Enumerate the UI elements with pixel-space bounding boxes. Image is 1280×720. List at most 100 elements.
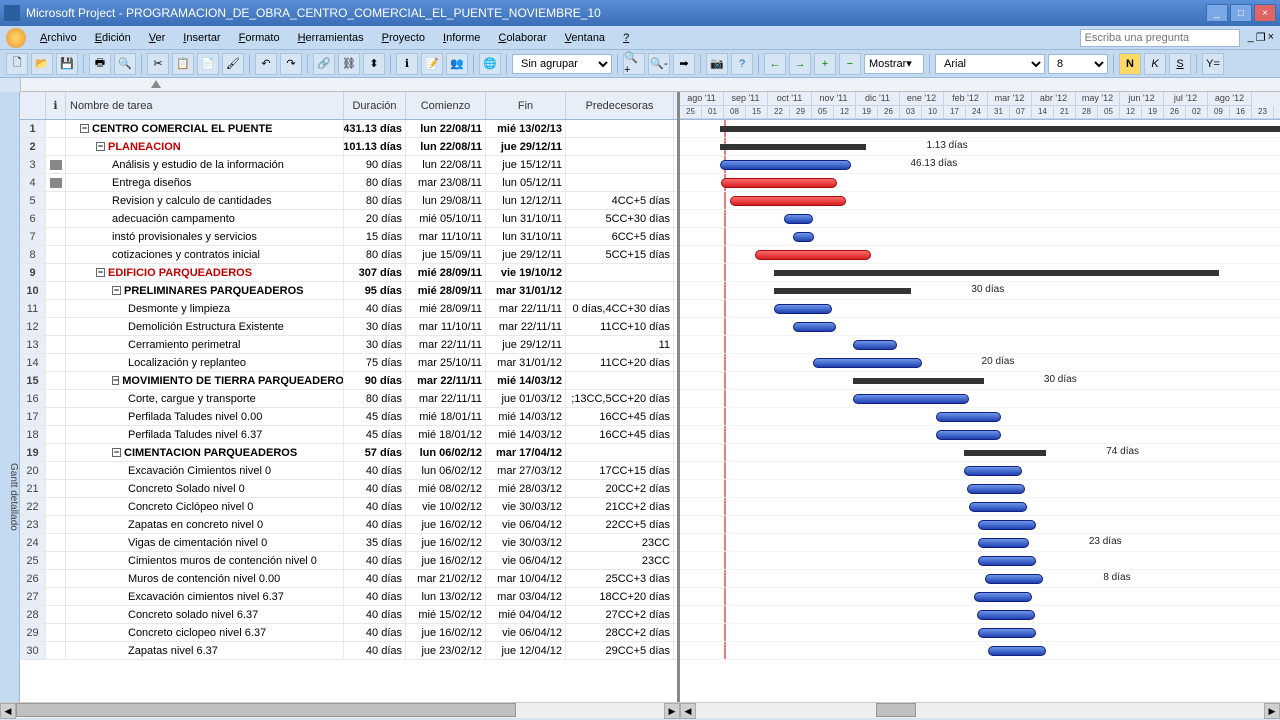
undo-button[interactable]: ↶ (255, 53, 277, 75)
gantt-bar[interactable] (813, 358, 922, 368)
gantt-scroll-left-button[interactable]: ◀ (680, 703, 696, 719)
table-row[interactable]: 6adecuación campamento20 díasmié 05/10/1… (20, 210, 677, 228)
duration-cell[interactable]: 90 días (344, 156, 406, 173)
task-name-cell[interactable]: Excavación cimientos nivel 6.37 (66, 588, 344, 605)
predecessors-cell[interactable]: 16CC+45 días (566, 408, 674, 425)
menu-herramientas[interactable]: Herramientas (290, 29, 372, 47)
task-name-cell[interactable]: instó provisionales y servicios (66, 228, 344, 245)
menu-archivo[interactable]: Archivo (32, 29, 85, 47)
table-row[interactable]: 29Concreto ciclopeo nivel 6.3740 díasjue… (20, 624, 677, 642)
ask-question-input[interactable] (1080, 29, 1240, 47)
gantt-bar[interactable] (853, 394, 969, 404)
finish-cell[interactable]: mié 14/03/12 (486, 426, 566, 443)
doc-minimize-button[interactable]: _ (1248, 31, 1254, 44)
view-bar[interactable]: Gantt detallado (0, 92, 20, 702)
show-outline-select[interactable]: Mostrar▾ (864, 54, 924, 74)
table-row[interactable]: 17Perfilada Taludes nivel 0.0045 díasmié… (20, 408, 677, 426)
collapse-icon[interactable]: − (112, 286, 121, 295)
info-cell[interactable] (46, 516, 66, 533)
row-number[interactable]: 12 (20, 318, 46, 335)
info-cell[interactable] (46, 408, 66, 425)
table-row[interactable]: 2−PLANEACION101.13 díaslun 22/08/11jue 2… (20, 138, 677, 156)
predecessors-cell[interactable]: 6CC+5 días (566, 228, 674, 245)
start-cell[interactable]: mar 23/08/11 (406, 174, 486, 191)
info-cell[interactable] (46, 210, 66, 227)
info-cell[interactable] (46, 570, 66, 587)
predecessors-cell[interactable] (566, 282, 674, 299)
predecessors-cell[interactable]: 28CC+2 días (566, 624, 674, 641)
predecessors-cell[interactable]: 17CC+15 días (566, 462, 674, 479)
menu-insertar[interactable]: Insertar (175, 29, 228, 47)
duration-cell[interactable]: 15 días (344, 228, 406, 245)
task-name-cell[interactable]: Cimientos muros de contención nivel 0 (66, 552, 344, 569)
task-name-cell[interactable]: Excavación Cimientos nivel 0 (66, 462, 344, 479)
predecessors-cell[interactable]: 5CC+30 días (566, 210, 674, 227)
indent-button[interactable]: → (789, 53, 811, 75)
duration-cell[interactable]: 30 días (344, 318, 406, 335)
predecessors-cell[interactable] (566, 444, 674, 461)
finish-cell[interactable]: jue 29/12/11 (486, 336, 566, 353)
start-cell[interactable]: jue 23/02/12 (406, 642, 486, 659)
gantt-bar[interactable] (936, 412, 1001, 422)
row-number[interactable]: 13 (20, 336, 46, 353)
task-name-cell[interactable]: Muros de contención nivel 0.00 (66, 570, 344, 587)
outdent-button[interactable]: ← (764, 53, 786, 75)
start-cell[interactable]: mar 22/11/11 (406, 372, 486, 389)
info-cell[interactable] (46, 246, 66, 263)
task-name-cell[interactable]: Revision y calculo de cantidades (66, 192, 344, 209)
task-name-cell[interactable]: Análisis y estudio de la información (66, 156, 344, 173)
info-cell[interactable] (46, 156, 66, 173)
unlink-button[interactable]: ⛓ (338, 53, 360, 75)
finish-cell[interactable]: lun 31/10/11 (486, 210, 566, 227)
predecessors-cell[interactable]: ;13CC,5CC+20 días (566, 390, 674, 407)
zoom-out-button[interactable]: 🔍- (648, 53, 670, 75)
gantt-bar[interactable] (978, 520, 1036, 530)
gantt-bar[interactable] (720, 126, 1280, 132)
row-number[interactable]: 9 (20, 264, 46, 281)
info-cell[interactable] (46, 498, 66, 515)
gantt-bar[interactable] (985, 574, 1043, 584)
split-task-button[interactable]: ⬍ (363, 53, 385, 75)
finish-cell[interactable]: lun 05/12/11 (486, 174, 566, 191)
start-cell[interactable]: jue 16/02/12 (406, 624, 486, 641)
task-name-cell[interactable]: −CIMENTACION PARQUEADEROS (66, 444, 344, 461)
gantt-bar[interactable] (978, 556, 1036, 566)
duration-cell[interactable]: 40 días (344, 462, 406, 479)
header-finish[interactable]: Fin (486, 92, 566, 119)
task-info-button[interactable]: ℹ (396, 53, 418, 75)
collapse-icon[interactable]: − (112, 376, 119, 385)
finish-cell[interactable]: vie 06/04/12 (486, 552, 566, 569)
table-row[interactable]: 1−CENTRO COMERCIAL EL PUENTE431.13 díasl… (20, 120, 677, 138)
predecessors-cell[interactable]: 18CC+20 días (566, 588, 674, 605)
table-row[interactable]: 14Localización y replanteo75 díasmar 25/… (20, 354, 677, 372)
duration-cell[interactable]: 40 días (344, 552, 406, 569)
row-number[interactable]: 22 (20, 498, 46, 515)
gantt-bar[interactable] (774, 304, 832, 314)
row-number[interactable]: 25 (20, 552, 46, 569)
finish-cell[interactable]: mar 22/11/11 (486, 300, 566, 317)
collapse-icon[interactable]: − (96, 268, 105, 277)
gantt-scroll-right-button[interactable]: ▶ (1264, 703, 1280, 719)
finish-cell[interactable]: jue 01/03/12 (486, 390, 566, 407)
duration-cell[interactable]: 40 días (344, 480, 406, 497)
redo-button[interactable]: ↷ (280, 53, 302, 75)
row-number[interactable]: 15 (20, 372, 46, 389)
row-number[interactable]: 8 (20, 246, 46, 263)
predecessors-cell[interactable]: 5CC+15 días (566, 246, 674, 263)
duration-cell[interactable]: 40 días (344, 570, 406, 587)
info-cell[interactable] (46, 120, 66, 137)
predecessors-cell[interactable]: 11 (566, 336, 674, 353)
start-cell[interactable]: mié 05/10/11 (406, 210, 486, 227)
finish-cell[interactable]: vie 06/04/12 (486, 624, 566, 641)
finish-cell[interactable]: mar 22/11/11 (486, 318, 566, 335)
task-name-cell[interactable]: Perfilada Taludes nivel 6.37 (66, 426, 344, 443)
info-cell[interactable] (46, 606, 66, 623)
duration-cell[interactable]: 80 días (344, 390, 406, 407)
table-row[interactable]: 30Zapatas nivel 6.3740 díasjue 23/02/12j… (20, 642, 677, 660)
gantt-bar[interactable] (936, 430, 1001, 440)
finish-cell[interactable]: mar 27/03/12 (486, 462, 566, 479)
table-row[interactable]: 16Corte, cargue y transporte80 díasmar 2… (20, 390, 677, 408)
table-row[interactable]: 5Revision y calculo de cantidades80 días… (20, 192, 677, 210)
start-cell[interactable]: jue 15/09/11 (406, 246, 486, 263)
predecessors-cell[interactable]: 21CC+2 días (566, 498, 674, 515)
